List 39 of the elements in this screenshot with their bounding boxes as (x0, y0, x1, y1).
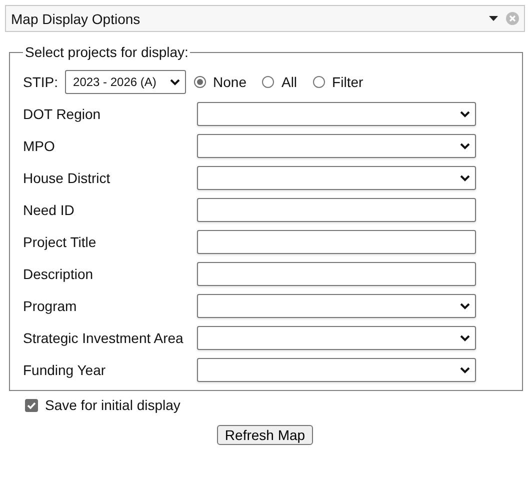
chevron-icon (460, 334, 470, 342)
field-label: Strategic Investment Area (23, 330, 184, 346)
field-label: Need ID (23, 202, 76, 218)
field-label: DOT Region (23, 106, 102, 122)
chevron-icon (170, 78, 180, 86)
chevron-icon (460, 142, 470, 150)
checkbox-label: Save for initial display (45, 397, 180, 413)
radio-button[interactable] (313, 76, 326, 88)
radio-button[interactable] (262, 76, 274, 88)
panel-title: Map Display Options (11, 10, 142, 26)
input-field[interactable] (197, 198, 476, 222)
dropdown[interactable] (197, 326, 476, 350)
dropdown[interactable] (197, 294, 476, 318)
chevron-icon (460, 174, 470, 182)
field-label: Funding Year (23, 362, 107, 378)
radio-option[interactable]: Filter (313, 74, 364, 90)
field-label: House District (23, 170, 112, 186)
input-field[interactable] (197, 230, 476, 254)
dropdown[interactable] (197, 134, 476, 158)
fieldset-legend: Select projects for display: (23, 44, 190, 60)
chevron-icon (460, 110, 470, 118)
stip-label: STIP: (23, 74, 58, 90)
caret-icon[interactable] (489, 16, 498, 21)
field-label: Description (23, 266, 94, 282)
radio-option[interactable]: None (194, 74, 246, 90)
chevron-icon (460, 366, 470, 374)
radio-option[interactable]: All (262, 74, 298, 90)
field-label: Project Title (23, 234, 98, 250)
input-field[interactable] (197, 262, 476, 286)
dropdown[interactable] (197, 166, 476, 190)
radio-button[interactable] (194, 76, 206, 88)
chevron-icon (460, 302, 470, 310)
stip-dropdown[interactable]: 2023 - 2026 (A) (65, 70, 186, 94)
dropdown[interactable] (197, 102, 476, 126)
dropdown[interactable] (197, 358, 476, 382)
field-label: MPO (23, 138, 56, 154)
refresh-button[interactable]: Refresh Map (216, 425, 314, 445)
field-label: Program (23, 298, 78, 314)
checkbox[interactable] (25, 398, 38, 412)
